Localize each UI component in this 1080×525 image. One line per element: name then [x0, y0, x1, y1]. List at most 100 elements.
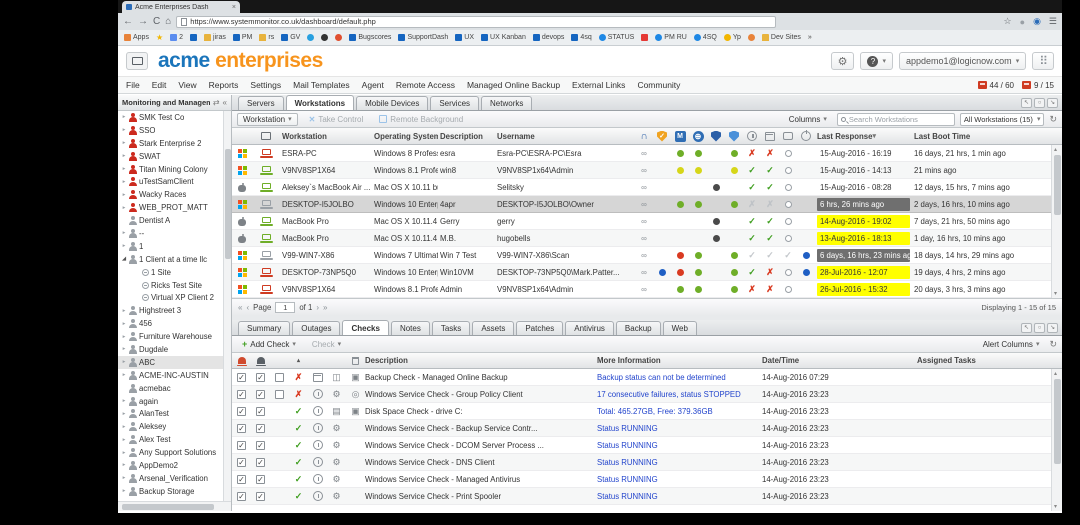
back-icon[interactable]: ←	[123, 17, 133, 27]
expander-icon[interactable]: ▸	[121, 205, 127, 211]
bookmark-item[interactable]: devops	[533, 34, 565, 41]
tree-item[interactable]: ▸Wacky Races	[118, 188, 223, 201]
restore-panel-icon[interactable]: ○	[1034, 98, 1045, 108]
expander-icon[interactable]: ▸	[121, 166, 127, 172]
description-column-header[interactable]: Description	[438, 128, 495, 144]
check-more-information-link[interactable]: Status RUNNING	[597, 492, 762, 501]
bookmark-item[interactable]: PM	[233, 34, 253, 41]
profile-icon[interactable]: ●	[1020, 17, 1025, 27]
email-alert-checkbox[interactable]: ✓	[232, 407, 251, 416]
last-boot-column-header[interactable]: Last Boot Time	[912, 128, 1050, 144]
workstation-row[interactable]: MacBook ProMac OS X 10.11.4 b...Gerryger…	[232, 213, 1062, 230]
check-row[interactable]: ✓✓✓⚙Windows Service Check - DNS ClientSt…	[232, 454, 1062, 471]
check-more-information-link[interactable]: Total: 465.27GB, Free: 379.36GB	[597, 407, 762, 416]
refresh-icon[interactable]: ↻	[1049, 114, 1057, 125]
workstation-row[interactable]: MacBook ProMac OS X 10.11.4 b...M.B.hugo…	[232, 230, 1062, 247]
dashboard-alert-checkbox[interactable]	[270, 390, 289, 399]
alert-columns-button[interactable]: Alert Columns▾	[978, 338, 1045, 351]
expand-panel-icon[interactable]: ↖	[1021, 98, 1032, 108]
bookmark-item[interactable]: 2	[170, 34, 183, 41]
tab-assets[interactable]: Assets	[472, 321, 514, 335]
checks-col-description[interactable]: Description	[365, 356, 597, 365]
bookmark-item[interactable]	[190, 34, 197, 41]
app-switcher-button[interactable]: ⠿	[1032, 52, 1054, 70]
email-alert-checkbox[interactable]: ✓	[232, 475, 251, 484]
expander-icon[interactable]: ▸	[121, 140, 127, 146]
bookmark-item[interactable]	[335, 34, 342, 41]
tree-item[interactable]: ▸--	[118, 227, 223, 240]
expander-icon[interactable]: ▸	[121, 334, 127, 340]
check-row[interactable]: ✓✓✗⚙◎Windows Service Check - Group Polic…	[232, 386, 1062, 403]
menu-edit[interactable]: Edit	[152, 80, 167, 90]
menu-reports[interactable]: Reports	[209, 80, 239, 90]
tree-item[interactable]: ▸again	[118, 395, 223, 408]
checks-col-datetime[interactable]: Date/Time	[762, 356, 917, 365]
tree-item[interactable]: ▸Alex Test	[118, 433, 223, 446]
tab-workstations[interactable]: Workstations	[286, 95, 355, 110]
scroll-thumb[interactable]	[1054, 379, 1061, 464]
sms-alert-checkbox[interactable]: ✓	[251, 441, 270, 450]
tree-item[interactable]: ▸SWAT	[118, 150, 223, 163]
tree-item[interactable]: Ricks Test Site	[118, 279, 223, 292]
tab-servers[interactable]: Servers	[238, 96, 284, 110]
sms-alert-checkbox[interactable]: ✓	[251, 475, 270, 484]
sidebar-collapse-icon[interactable]: «	[223, 98, 227, 107]
menu-mail-templates[interactable]: Mail Templates	[293, 80, 350, 90]
scroll-thumb[interactable]	[1054, 155, 1061, 215]
tree-item[interactable]: ▸Aleksey	[118, 420, 223, 433]
search-workstations-input[interactable]: Search Workstations	[837, 113, 955, 126]
dashboard-home-button[interactable]	[126, 52, 148, 70]
menu-external-links[interactable]: External Links	[572, 80, 625, 90]
expander-icon[interactable]: ▸	[121, 179, 127, 185]
sidebar-vertical-scrollbar[interactable]	[223, 111, 231, 501]
settings-button[interactable]: ⚙	[831, 52, 855, 70]
account-menu-button[interactable]: appdemo1@logicnow.com ▾	[899, 52, 1026, 70]
check-more-information-link[interactable]: Status RUNNING	[597, 475, 762, 484]
tree-item[interactable]: ▸Dugdale	[118, 343, 223, 356]
antivirus-box-column-icon[interactable]: M	[671, 128, 689, 144]
workstations-scrollbar[interactable]: ▴▾	[1051, 145, 1062, 298]
tree-item[interactable]: ▸SSO	[118, 124, 223, 137]
expander-icon[interactable]: ◢	[121, 256, 127, 262]
home-icon[interactable]: ⌂	[165, 17, 171, 27]
tree-item[interactable]: ▸ACME-INC-AUSTIN	[118, 369, 223, 382]
tree-item[interactable]: 1 Site	[118, 266, 223, 279]
extension-icon[interactable]: ◉	[1033, 16, 1041, 27]
tree-item[interactable]: ▸WEB_PROT_MATT	[118, 201, 223, 214]
bookmark-item[interactable]: »	[808, 34, 812, 41]
expander-icon[interactable]: ▸	[121, 372, 127, 378]
tab-services[interactable]: Services	[430, 96, 479, 110]
check-row[interactable]: ✓✓✓⚙Windows Service Check - Backup Servi…	[232, 420, 1062, 437]
dashboard-alert-checkbox[interactable]	[270, 373, 289, 382]
tree-item[interactable]: ▸Titan Mining Colony	[118, 163, 223, 176]
tree-item[interactable]: acmebac	[118, 382, 223, 395]
bookmark-item[interactable]: Dev Sites	[762, 34, 801, 41]
email-alert-column-icon[interactable]	[232, 357, 251, 364]
checks-col-more-information[interactable]: More Information	[597, 356, 762, 365]
expander-icon[interactable]: ▸	[121, 450, 127, 456]
check-more-information-link[interactable]: Status RUNNING	[597, 441, 762, 450]
tab-checks[interactable]: Checks	[342, 320, 388, 335]
workstation-menu-button[interactable]: Workstation▾	[237, 113, 298, 126]
sms-alert-checkbox[interactable]: ✓	[251, 407, 270, 416]
expander-icon[interactable]: ▸	[121, 424, 127, 430]
username-column-header[interactable]: Username	[495, 128, 635, 144]
restore-panel-icon[interactable]: ○	[1034, 323, 1045, 333]
workstation-row[interactable]: DESKTOP-I5JOLBOWindows 10 Enterp...4aprD…	[232, 196, 1062, 213]
bookmark-item[interactable]: STATUS	[599, 34, 635, 41]
patch-shield-column-icon[interactable]: ✓	[653, 128, 671, 144]
tree-item[interactable]: ▸Highstreet 3	[118, 304, 223, 317]
workstation-row[interactable]: ESRA-PCWindows 8 Profess...esraEsra-PC\E…	[232, 145, 1062, 162]
tree-item[interactable]: ▸ABC	[118, 356, 223, 369]
headset-column-icon[interactable]: ∩	[635, 128, 653, 144]
checks-scrollbar[interactable]: ▴▾	[1051, 369, 1062, 511]
bookmark-item[interactable]	[748, 34, 755, 41]
chat-column-icon[interactable]	[779, 128, 797, 144]
bookmark-item[interactable]	[321, 34, 328, 41]
tree-item[interactable]: ▸Any Support Solutions	[118, 446, 223, 459]
menu-settings[interactable]: Settings	[250, 80, 281, 90]
sidebar-horizontal-scrollbar[interactable]	[118, 501, 231, 511]
tree-item[interactable]: ▸Arsenal_Verification	[118, 472, 223, 485]
check-row[interactable]: ✓✓✓⚙Windows Service Check - Managed Anti…	[232, 471, 1062, 488]
page-number-input[interactable]: 1	[275, 302, 295, 313]
